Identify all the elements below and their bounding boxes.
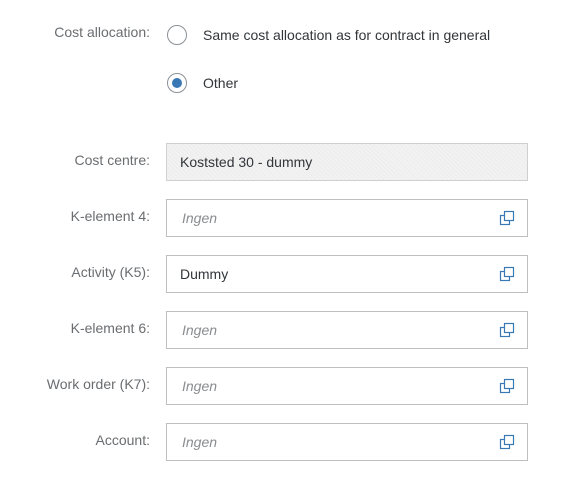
k-element-4-placeholder: Ingen [182,210,218,226]
account-label: Account: [95,432,150,448]
activity-k5-value: Dummy [180,266,229,282]
cost-centre-field: Koststed 30 - dummy [166,143,528,181]
radio-selected-dot [172,78,182,88]
work-order-k7-placeholder: Ingen [182,378,218,394]
cost-centre-value: Koststed 30 - dummy [180,154,313,170]
activity-k5-label: Activity (K5): [71,264,150,280]
work-order-k7-input[interactable]: Ingen [166,367,528,405]
work-order-k7-label: Work order (K7): [46,376,150,392]
value-help-icon[interactable] [499,434,515,450]
radio-other[interactable]: Other [167,71,238,95]
k-element-4-input[interactable]: Ingen [166,199,528,237]
k-element-6-placeholder: Ingen [182,322,218,338]
account-input[interactable]: Ingen [166,423,528,461]
k-element-4-label: K-element 4: [70,208,150,224]
value-help-icon[interactable] [499,378,515,394]
cost-allocation-label: Cost allocation: [54,24,150,40]
value-help-icon[interactable] [499,266,515,282]
account-placeholder: Ingen [182,434,218,450]
value-help-icon[interactable] [499,210,515,226]
radio-label-other: Other [203,75,239,91]
value-help-icon[interactable] [499,322,515,338]
activity-k5-input[interactable]: Dummy [166,255,528,293]
k-element-6-input[interactable]: Ingen [166,311,528,349]
radio-button-unselected[interactable] [167,25,187,45]
radio-button-selected[interactable] [167,73,187,93]
radio-same-allocation[interactable]: Same cost allocation as for contract in … [167,23,490,47]
k-element-6-label: K-element 6: [70,320,150,336]
radio-label-same-allocation: Same cost allocation as for contract in … [203,27,491,43]
cost-centre-label: Cost centre: [74,152,150,168]
